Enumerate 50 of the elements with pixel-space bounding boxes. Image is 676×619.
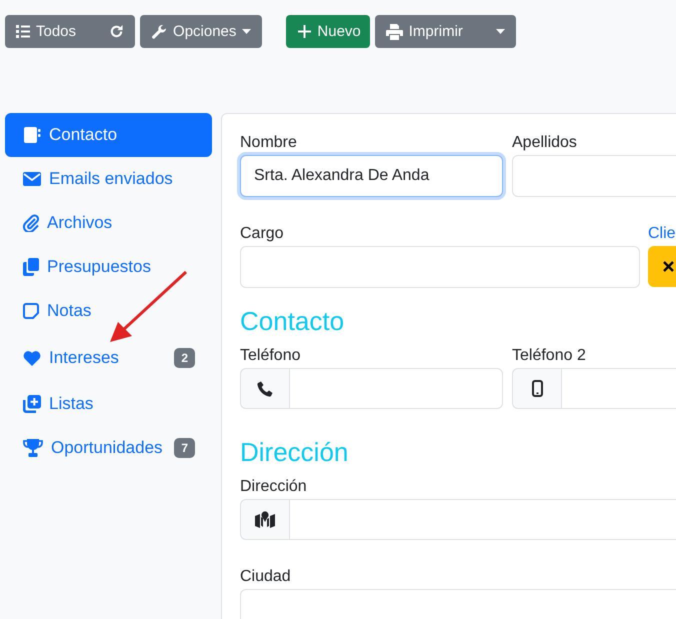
caret-icon — [242, 29, 252, 34]
envelope-icon — [23, 172, 41, 186]
paperclip-icon — [23, 214, 39, 232]
caret-icon — [496, 29, 505, 34]
field-label: Nombre — [240, 134, 297, 152]
new-button[interactable]: Nuevo — [286, 15, 370, 48]
map-pin-icon — [255, 511, 275, 528]
printer-icon — [386, 24, 403, 40]
input-field[interactable] — [512, 155, 676, 197]
sidebar-item[interactable]: Intereses 2 — [5, 333, 212, 382]
sidebar-item[interactable]: Contacto — [5, 113, 212, 157]
input-field[interactable] — [240, 246, 640, 288]
sidebar-item[interactable]: Oportunidades 7 — [5, 426, 212, 470]
field-label: Teléfono 2 — [512, 347, 586, 365]
sidebar-item[interactable]: Emails enviados — [5, 157, 212, 201]
input-field[interactable]: Srta. Alexandra De Anda — [240, 155, 503, 197]
note-icon — [23, 303, 39, 319]
add-list-icon — [23, 395, 41, 413]
count-badge: 7 — [174, 438, 195, 458]
input-field[interactable] — [289, 368, 503, 409]
phone-icon — [257, 380, 273, 396]
field-link[interactable]: Clie — [648, 225, 676, 243]
refresh-button[interactable] — [98, 15, 136, 48]
section-heading: Contacto — [240, 306, 346, 337]
plus-icon — [298, 25, 312, 38]
filter-button[interactable]: Todos — [5, 15, 98, 48]
copy-icon — [23, 258, 39, 276]
wrench-icon — [151, 24, 168, 40]
heart-icon — [23, 350, 41, 366]
field-label: Cargo — [240, 225, 284, 243]
sidebar-item[interactable]: Listas — [5, 382, 212, 426]
section-heading: Dirección — [240, 437, 350, 468]
refresh-icon — [109, 24, 124, 39]
sidebar-item[interactable]: Notas — [5, 289, 212, 333]
close-icon — [663, 261, 674, 272]
contact-card-icon — [23, 126, 41, 144]
field-label: Apellidos — [512, 134, 577, 152]
print-button[interactable]: Imprimir — [374, 15, 485, 48]
field-label: Ciudad — [240, 568, 291, 586]
count-badge: 2 — [174, 348, 195, 368]
trophy-icon — [23, 439, 43, 457]
mobile-phone-icon — [532, 380, 542, 397]
field-label: Dirección — [240, 478, 307, 496]
input-field[interactable] — [289, 499, 676, 540]
field-label: Teléfono — [240, 347, 300, 365]
options-dropdown[interactable]: Opciones — [140, 15, 262, 48]
list-icon — [16, 25, 30, 38]
sidebar-item[interactable]: Archivos — [5, 201, 212, 245]
print-options-button[interactable] — [484, 15, 516, 48]
sidebar-item[interactable]: Presupuestos — [5, 245, 212, 289]
